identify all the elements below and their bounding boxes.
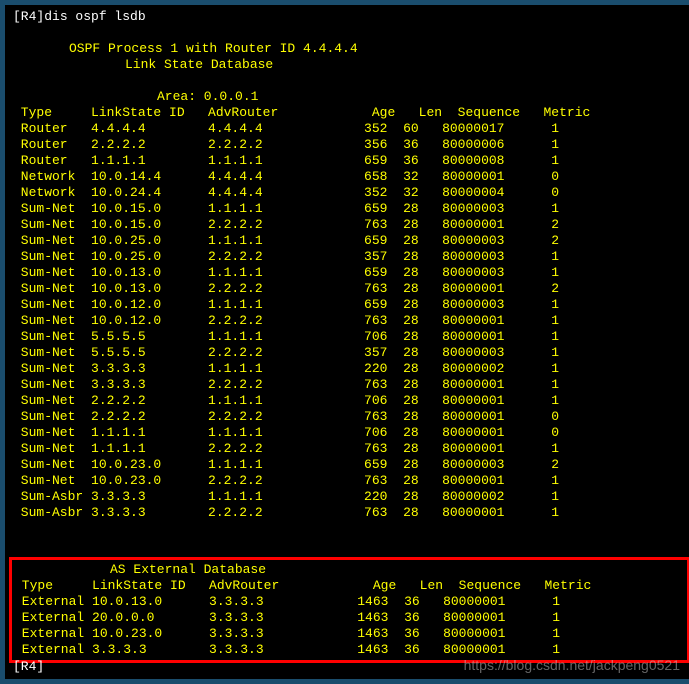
external-row: External 3.3.3.3 3.3.3.3 1463 36 8000000… (14, 642, 685, 658)
lsdb-row: Sum-Net 5.5.5.5 2.2.2.2 357 28 80000003 … (13, 345, 686, 361)
command-text: dis ospf lsdb (44, 9, 145, 24)
lsdb-row: Sum-Net 3.3.3.3 1.1.1.1 220 28 80000002 … (13, 361, 686, 377)
lsdb-row: Sum-Net 1.1.1.1 2.2.2.2 763 28 80000001 … (13, 441, 686, 457)
lsdb-row: Sum-Net 10.0.12.0 2.2.2.2 763 28 8000000… (13, 313, 686, 329)
prompt: [R4] (13, 9, 44, 24)
lsdb-row: Sum-Net 10.0.13.0 2.2.2.2 763 28 8000000… (13, 281, 686, 297)
watermark: https://blog.csdn.net/jackpeng0521 (464, 657, 680, 673)
lsdb-row: Sum-Net 3.3.3.3 2.2.2.2 763 28 80000001 … (13, 377, 686, 393)
lsdb-header: Link State Database (125, 57, 686, 73)
lsdb-row: Sum-Net 2.2.2.2 1.1.1.1 706 28 80000001 … (13, 393, 686, 409)
lsdb-row: Router 4.4.4.4 4.4.4.4 352 60 80000017 1 (13, 121, 686, 137)
external-db-highlight: AS External Database Type LinkState ID A… (9, 557, 689, 663)
lsdb-row: Sum-Net 10.0.25.0 2.2.2.2 357 28 8000000… (13, 249, 686, 265)
lsdb-row: Sum-Asbr 3.3.3.3 2.2.2.2 763 28 80000001… (13, 505, 686, 521)
lsdb-row: Sum-Net 10.0.23.0 1.1.1.1 659 28 8000000… (13, 457, 686, 473)
lsdb-table: Router 4.4.4.4 4.4.4.4 352 60 80000017 1… (13, 121, 686, 521)
lsdb-row: Sum-Net 10.0.15.0 2.2.2.2 763 28 8000000… (13, 217, 686, 233)
lsdb-row: Sum-Net 1.1.1.1 1.1.1.1 706 28 80000001 … (13, 425, 686, 441)
lsdb-row: Sum-Asbr 3.3.3.3 1.1.1.1 220 28 80000002… (13, 489, 686, 505)
lsdb-row: Sum-Net 10.0.25.0 1.1.1.1 659 28 8000000… (13, 233, 686, 249)
lsdb-row: Router 2.2.2.2 2.2.2.2 356 36 80000006 1 (13, 137, 686, 153)
command-line: [R4]dis ospf lsdb (13, 9, 686, 25)
lsdb-header-row: Type LinkState ID AdvRouter Age Len Sequ… (13, 105, 686, 121)
lsdb-row: Sum-Net 10.0.15.0 1.1.1.1 659 28 8000000… (13, 201, 686, 217)
lsdb-row: Sum-Net 10.0.12.0 1.1.1.1 659 28 8000000… (13, 297, 686, 313)
area-label: Area: 0.0.0.1 (157, 89, 686, 105)
lsdb-row: Network 10.0.24.4 4.4.4.4 352 32 8000000… (13, 185, 686, 201)
end-prompt: [R4] (13, 659, 44, 675)
ospf-header: OSPF Process 1 with Router ID 4.4.4.4 (69, 41, 686, 57)
external-table: External 10.0.13.0 3.3.3.3 1463 36 80000… (14, 594, 685, 658)
external-row: External 20.0.0.0 3.3.3.3 1463 36 800000… (14, 610, 685, 626)
lsdb-row: Sum-Net 10.0.23.0 2.2.2.2 763 28 8000000… (13, 473, 686, 489)
lsdb-row: Network 10.0.14.4 4.4.4.4 658 32 8000000… (13, 169, 686, 185)
terminal-window[interactable]: [R4]dis ospf lsdb OSPF Process 1 with Ro… (5, 5, 689, 679)
external-header-row: Type LinkState ID AdvRouter Age Len Sequ… (14, 578, 685, 594)
lsdb-row: Sum-Net 2.2.2.2 2.2.2.2 763 28 80000001 … (13, 409, 686, 425)
external-db-header: AS External Database (110, 562, 685, 578)
external-row: External 10.0.13.0 3.3.3.3 1463 36 80000… (14, 594, 685, 610)
external-row: External 10.0.23.0 3.3.3.3 1463 36 80000… (14, 626, 685, 642)
lsdb-row: Router 1.1.1.1 1.1.1.1 659 36 80000008 1 (13, 153, 686, 169)
lsdb-row: Sum-Net 10.0.13.0 1.1.1.1 659 28 8000000… (13, 265, 686, 281)
lsdb-row: Sum-Net 5.5.5.5 1.1.1.1 706 28 80000001 … (13, 329, 686, 345)
